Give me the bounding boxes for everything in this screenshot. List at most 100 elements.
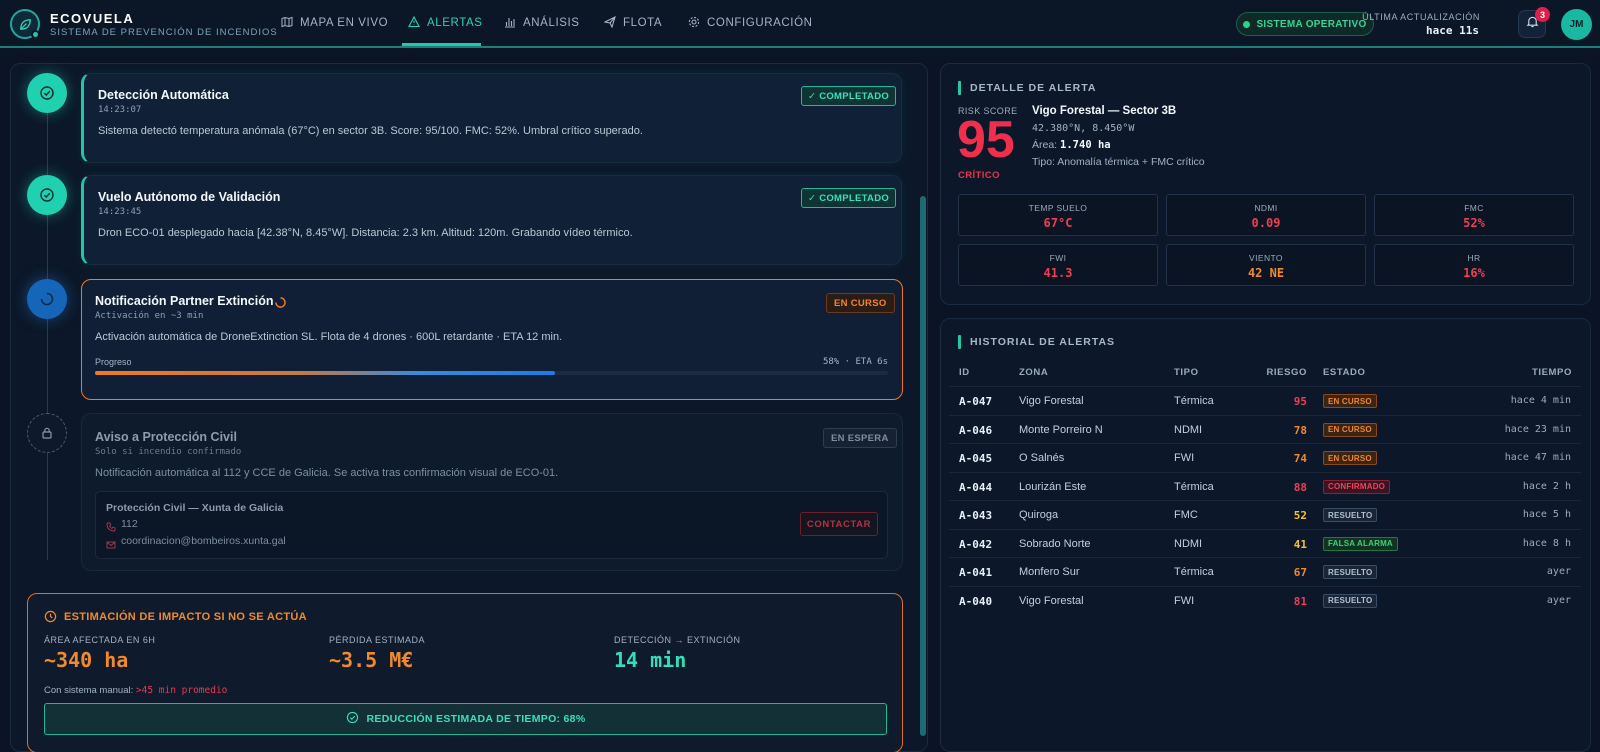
impact-time-label: DETECCIÓN → EXTINCIÓN: [614, 635, 741, 645]
map-icon: [281, 16, 293, 31]
table-row[interactable]: A-047 Vigo Forestal Térmica 95 EN CURSO hace …: [949, 386, 1581, 414]
cell-id: A-044: [959, 480, 993, 494]
manual-system-label: Con sistema manual:: [44, 685, 134, 696]
waiting-badge: EN ESPERA: [823, 428, 897, 448]
cell-risk: 41: [1293, 537, 1307, 551]
table-row[interactable]: A-042 Sobrado Norte NDMI 41 FALSA ALARMA hace…: [949, 528, 1581, 557]
reduction-text: REDUCCIÓN ESTIMADA DE TIEMPO: 68%: [366, 713, 586, 725]
last-update-label: ÚLTIMA ACTUALIZACIÓN: [1362, 12, 1480, 22]
progress-bar: [95, 371, 888, 375]
metric-ndmi: NDMI 0.09: [1166, 194, 1366, 236]
metric-label: FMC: [1464, 203, 1484, 213]
step-locked-icon: [27, 413, 67, 453]
nav-alertas[interactable]: ALERTAS: [408, 0, 483, 46]
step-description: Dron ECO-01 desplegado hacia [42.38°N, 8…: [98, 227, 633, 239]
timeline-line: [47, 90, 48, 560]
step-time: 14:23:07: [98, 105, 142, 115]
nav-flota[interactable]: FLOTA: [603, 0, 663, 46]
cell-time: hace 23 min: [1504, 423, 1571, 435]
status-badge: RESUELTO: [1323, 593, 1378, 608]
nav-label: FLOTA: [623, 17, 663, 29]
status-badge: RESUELTO: [1323, 508, 1378, 522]
contactar-button[interactable]: CONTACTAR: [800, 512, 878, 536]
cell-zone: Vigo Forestal: [1019, 395, 1084, 407]
cell-id: A-042: [959, 537, 993, 551]
table-row[interactable]: A-044 Lourizán Este Térmica 88 CONFIRMADO hac…: [949, 471, 1581, 500]
nav-label: ANÁLISIS: [523, 17, 580, 29]
column-header-estado[interactable]: ESTADO: [1323, 367, 1365, 378]
table-row[interactable]: A-043 Quiroga FMC 52 RESUELTO hace 5 h: [949, 500, 1581, 528]
cell-zone: Monfero Sur: [1019, 566, 1080, 578]
metric-temp-suelo: TEMP SUELO 67°C: [958, 194, 1158, 236]
column-header-id[interactable]: ID: [959, 367, 970, 378]
impact-area-value: ~340 ha: [44, 648, 129, 672]
alert-type: Tipo: Anomalía térmica + FMC crítico: [1032, 156, 1205, 168]
step-time: Activación en ~3 min: [95, 311, 204, 321]
progress-bar-fill: [95, 371, 555, 375]
table-row[interactable]: A-040 Vigo Forestal FWI 81 RESUELTO ayer: [949, 585, 1581, 614]
metric-label: NDMI: [1254, 203, 1278, 213]
status-badge: EN CURSO: [1323, 394, 1377, 408]
timeline-step-detection[interactable]: [81, 73, 902, 163]
manual-system-value: >45 min promedio: [135, 685, 228, 696]
clock-icon: [44, 610, 57, 628]
cell-id: A-047: [959, 395, 993, 408]
bar-chart-icon: [504, 16, 516, 31]
contact-name: Protección Civil — Xunta de Galicia: [106, 502, 284, 514]
column-header-tipo[interactable]: TIPO: [1174, 367, 1199, 378]
nav-analisis[interactable]: ANÁLISIS: [504, 0, 580, 46]
cell-time: hace 5 h: [1522, 509, 1571, 520]
cell-type: Térmica: [1174, 480, 1214, 493]
alert-location: Vigo Forestal — Sector 3B: [1032, 105, 1177, 117]
metric-label: FWI: [1049, 253, 1067, 263]
app-name: ECOVUELA: [50, 11, 135, 26]
last-update-value: hace 11s: [1426, 24, 1479, 37]
nav-configuracion[interactable]: CONFIGURACIÓN: [688, 0, 813, 46]
step-completed-icon: [27, 175, 67, 215]
cell-risk: 74: [1293, 452, 1307, 465]
mail-icon: [106, 537, 116, 555]
column-header-tiempo[interactable]: TIEMPO: [1532, 367, 1572, 378]
impact-title: ESTIMACIÓN DE IMPACTO SI NO SE ACTÚA: [64, 611, 307, 623]
cell-time: hace 8 h: [1522, 537, 1571, 549]
alert-history-title: HISTORIAL DE ALERTAS: [970, 336, 1116, 348]
status-badge: CONFIRMADO: [1323, 479, 1391, 494]
metric-label: HR: [1467, 253, 1481, 263]
cell-risk: 67: [1293, 566, 1307, 579]
scrollbar[interactable]: [920, 196, 926, 736]
user-avatar[interactable]: JM: [1561, 9, 1592, 40]
metric-value: 0.09: [1251, 216, 1281, 230]
table-row[interactable]: A-041 Monfero Sur Térmica 67 RESUELTO ayer: [949, 557, 1581, 585]
top-bar: ECOVUELA SISTEMA DE PREVENCIÓN DE INCEND…: [0, 0, 1600, 48]
contact-phone: 112: [121, 518, 138, 530]
contact-email: coordinacion@bombeiros.xunta.gal: [121, 535, 286, 547]
timeline-step-validation-flight[interactable]: [81, 175, 902, 265]
alert-triangle-icon: [408, 15, 420, 31]
active-nav-indicator: [402, 43, 481, 46]
risk-score-value: 95: [957, 111, 1015, 169]
spinner-icon: [275, 295, 286, 313]
table-row[interactable]: A-046 Monte Porreiro N NDMI 78 EN CURSO hace …: [949, 414, 1581, 443]
cell-id: A-043: [959, 509, 993, 522]
column-header-zona[interactable]: ZONA: [1019, 367, 1048, 378]
cell-zone: Monte Porreiro N: [1019, 423, 1103, 436]
metric-viento: VIENTO 42 NE: [1166, 244, 1366, 286]
progress-value: 58% · ETA 6s: [822, 357, 888, 367]
status-badge: EN CURSO: [1323, 451, 1377, 465]
table-row[interactable]: A-045 O Salnés FWI 74 EN CURSO hace 47 min: [949, 443, 1581, 471]
phone-icon: [106, 519, 116, 537]
cell-zone: Quiroga: [1019, 509, 1059, 521]
step-time: 14:23:45: [98, 207, 142, 217]
impact-time-value: 14 min: [614, 648, 687, 672]
step-completed-icon: [27, 73, 67, 113]
system-status-badge: SISTEMA OPERATIVO: [1236, 12, 1374, 36]
cell-risk: 52: [1293, 509, 1307, 522]
metric-hr: HR 16%: [1374, 244, 1574, 286]
check-circle-icon: [346, 711, 359, 727]
nav-mapa-en-vivo[interactable]: MAPA EN VIVO: [281, 0, 388, 46]
cell-risk: 81: [1293, 594, 1307, 608]
column-header-riesgo[interactable]: RIESGO: [1261, 367, 1307, 378]
area-value: 1.740 ha: [1060, 139, 1111, 151]
nav-label: MAPA EN VIVO: [300, 17, 389, 29]
section-accent: [958, 335, 961, 349]
